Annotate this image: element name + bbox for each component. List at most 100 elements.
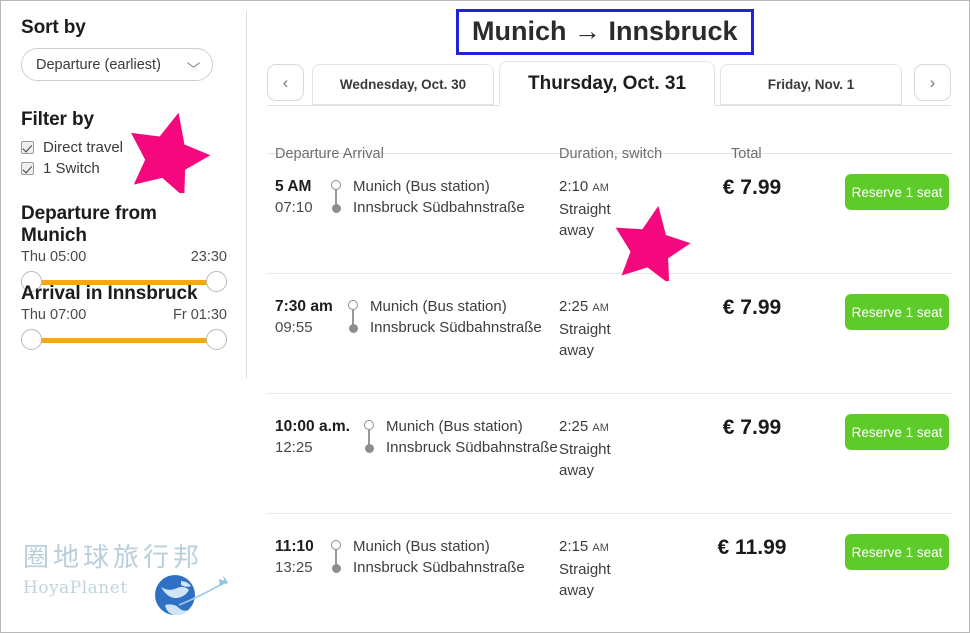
departure-time-filter: Departure from Munich Thu 05:00 23:30 <box>21 203 227 293</box>
filter-by-section: Filter by Direct travel 1 Switch <box>21 109 123 179</box>
duration-value: 2:10 AM <box>559 176 654 199</box>
arrival-time: 13:25 <box>275 559 313 576</box>
route-line-icon <box>347 300 359 334</box>
arrival-time-filter: Arrival in Innsbruck Thu 07:00 Fr 01:30 <box>21 283 227 351</box>
chevron-left-icon: ‹ <box>282 73 289 92</box>
reserve-seat-button[interactable]: Reserve 1 seat <box>845 414 949 450</box>
origin-station: Munich (Bus station) <box>353 538 490 555</box>
previous-day-button[interactable]: ‹ <box>267 64 304 101</box>
departure-filter-heading: Departure from Munich <box>21 203 157 246</box>
arrival-time: 07:10 <box>275 199 313 216</box>
duration-number: 2:25 <box>559 418 589 435</box>
destination-station: Innsbruck Südbahnstraße <box>386 439 558 456</box>
table-row[interactable]: 5 AM 07:10 Munich (Bus station) Innsbruc… <box>267 154 953 274</box>
switch-info-line1: Straight <box>559 201 611 218</box>
destination-dot-icon <box>332 564 341 573</box>
trip-times: 10:00 a.m. 12:25 <box>275 416 360 458</box>
sort-by-selected-value: Departure (earliest) <box>36 56 161 73</box>
duration-unit: AM <box>592 542 609 554</box>
filter-option-direct-travel[interactable]: Direct travel <box>21 137 123 158</box>
duration-number: 2:15 <box>559 538 589 555</box>
route-line-icon <box>363 420 375 454</box>
duration-value: 2:25 AM <box>559 296 654 319</box>
trip-duration: 2:15 AM Straight away <box>559 536 654 601</box>
slider-handle-max[interactable] <box>206 329 227 350</box>
date-tab-label: Thursday, Oct. 31 <box>527 72 687 94</box>
destination-station: Innsbruck Südbahnstraße <box>353 199 525 216</box>
destination-dot-icon <box>349 324 358 333</box>
date-tab-label: Friday, Nov. 1 <box>767 77 855 92</box>
filter-by-heading: Filter by <box>21 109 95 130</box>
trip-price: € 7.99 <box>722 176 782 199</box>
destination-dot-icon <box>332 204 341 213</box>
duration-unit: AM <box>592 182 609 194</box>
table-row[interactable]: 7:30 am 09:55 Munich (Bus station) Innsb… <box>267 274 953 394</box>
tab-wednesday-oct-30[interactable]: Wednesday, Oct. 30 <box>312 64 494 105</box>
switch-info-line2: away <box>559 582 595 599</box>
duration-number: 2:10 <box>559 178 589 195</box>
slider-track <box>31 338 217 343</box>
departure-range-labels: Thu 05:00 23:30 <box>21 249 227 265</box>
origin-dot-icon <box>348 300 358 310</box>
destination-dot-icon <box>365 444 374 453</box>
switch-info-line2: away <box>559 462 595 479</box>
trip-times: 5 AM 07:10 <box>275 176 360 218</box>
destination-station: Innsbruck Südbahnstraße <box>370 319 542 336</box>
arrival-range-slider[interactable] <box>21 329 227 351</box>
trip-stops: Munich (Bus station) Innsbruck Südbahnst… <box>370 296 542 338</box>
arrival-range-min: Thu 07:00 <box>21 307 87 323</box>
reserve-seat-button[interactable]: Reserve 1 seat <box>845 174 949 210</box>
date-tab-label: Wednesday, Oct. 30 <box>339 77 467 92</box>
duration-number: 2:25 <box>559 298 589 315</box>
switch-info-line1: Straight <box>559 561 611 578</box>
filters-sidebar: Sort by Departure (earliest) Filter by D… <box>1 1 247 632</box>
switch-info-line2: away <box>559 222 595 239</box>
reserve-seat-button[interactable]: Reserve 1 seat <box>845 534 949 570</box>
reserve-button-label: Reserve 1 seat <box>851 424 943 440</box>
destination-station: Innsbruck Südbahnstraße <box>353 559 525 576</box>
next-day-button[interactable]: › <box>914 64 951 101</box>
chevron-down-icon <box>187 61 200 69</box>
route-title-box: Munich → Innsbruck <box>456 9 754 55</box>
booking-results-page: Sort by Departure (earliest) Filter by D… <box>0 0 970 633</box>
trip-stops: Munich (Bus station) Innsbruck Südbahnst… <box>353 536 525 578</box>
origin-dot-icon <box>331 540 341 550</box>
duration-unit: AM <box>592 422 609 434</box>
trip-duration: 2:25 AM Straight away <box>559 296 654 361</box>
departure-range-min: Thu 05:00 <box>21 249 87 265</box>
departure-time: 11:10 <box>275 538 314 555</box>
checkbox-checked-icon[interactable] <box>21 141 34 154</box>
table-column-headers: Departure Arrival Duration, switch Total <box>267 109 953 162</box>
tab-friday-nov-1[interactable]: Friday, Nov. 1 <box>720 64 902 105</box>
switch-info-line2: away <box>559 342 595 359</box>
origin-dot-icon <box>364 420 374 430</box>
duration-value: 2:25 AM <box>559 416 654 439</box>
reserve-seat-button[interactable]: Reserve 1 seat <box>845 294 949 330</box>
switch-info-line1: Straight <box>559 441 611 458</box>
switch-info-line1: Straight <box>559 321 611 338</box>
origin-station: Munich (Bus station) <box>353 178 490 195</box>
sort-by-select[interactable]: Departure (earliest) <box>21 48 213 81</box>
arrival-range-max: Fr 01:30 <box>173 307 227 323</box>
reserve-button-label: Reserve 1 seat <box>851 544 943 560</box>
trip-price: € 11.99 <box>717 536 787 559</box>
page-title: Munich → Innsbruck <box>472 16 738 46</box>
filter-option-label: 1 Switch <box>43 160 100 177</box>
trip-results-table: Departure Arrival Duration, switch Total… <box>267 109 953 632</box>
filter-option-one-switch[interactable]: 1 Switch <box>21 158 123 179</box>
sort-by-section: Sort by Departure (earliest) <box>21 17 213 81</box>
checkbox-checked-icon[interactable] <box>21 162 34 175</box>
trip-price: € 7.99 <box>722 296 782 319</box>
trip-price: € 7.99 <box>722 416 782 439</box>
sidebar-divider <box>246 11 247 379</box>
chevron-right-icon: › <box>929 73 936 92</box>
slider-handle-min[interactable] <box>21 329 42 350</box>
trip-duration: 2:10 AM Straight away <box>559 176 654 241</box>
date-navigation: ‹ Wednesday, Oct. 30 Thursday, Oct. 31 F… <box>267 61 951 106</box>
duration-unit: AM <box>592 302 609 314</box>
origin-station: Munich (Bus station) <box>370 298 507 315</box>
tab-thursday-oct-31-active[interactable]: Thursday, Oct. 31 <box>499 61 715 106</box>
table-row[interactable]: 10:00 a.m. 12:25 Munich (Bus station) In… <box>267 394 953 514</box>
origin-dot-icon <box>331 180 341 190</box>
table-row[interactable]: 11:10 13:25 Munich (Bus station) Innsbru… <box>267 514 953 632</box>
